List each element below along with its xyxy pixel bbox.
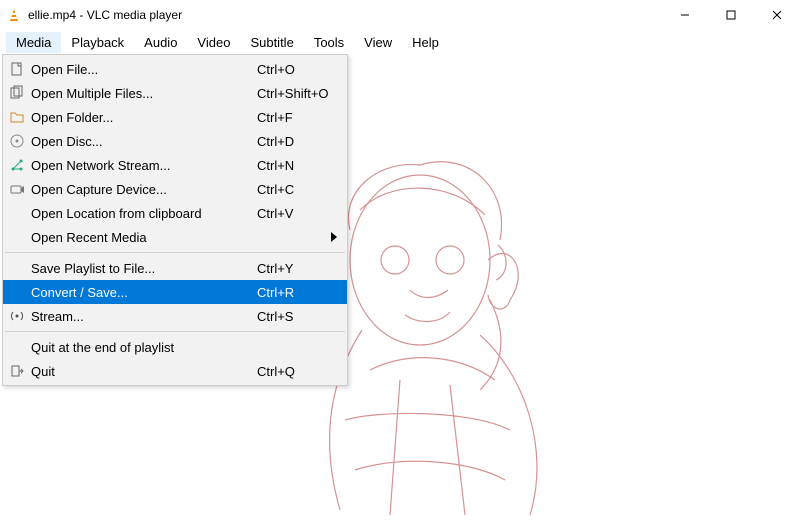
menu-playback[interactable]: Playback [61,32,134,53]
menu-subtitle[interactable]: Subtitle [240,32,303,53]
menu-item-open-network-stream[interactable]: Open Network Stream...Ctrl+N [3,153,347,177]
menu-item-quit-at-the-end-of-playlist[interactable]: Quit at the end of playlist [3,335,347,359]
folder-icon [3,109,31,125]
titlebar: ellie.mp4 - VLC media player [0,0,800,30]
menu-separator [5,331,345,332]
menu-item-shortcut: Ctrl+R [257,285,337,300]
menu-item-label: Open File... [31,62,257,77]
menu-item-label: Convert / Save... [31,285,257,300]
menubar: MediaPlaybackAudioVideoSubtitleToolsView… [0,30,800,54]
menu-item-label: Stream... [31,309,257,324]
menu-item-shortcut: Ctrl+Y [257,261,337,276]
menu-item-label: Quit [31,364,257,379]
menu-item-open-multiple-files[interactable]: Open Multiple Files...Ctrl+Shift+O [3,81,347,105]
menu-item-save-playlist-to-file[interactable]: Save Playlist to File...Ctrl+Y [3,256,347,280]
menu-item-label: Quit at the end of playlist [31,340,257,355]
menu-audio[interactable]: Audio [134,32,187,53]
menu-item-convert-save[interactable]: Convert / Save...Ctrl+R [3,280,347,304]
menu-item-stream[interactable]: Stream...Ctrl+S [3,304,347,328]
minimize-button[interactable] [662,0,708,30]
vlc-cone-icon [6,7,22,23]
menu-view[interactable]: View [354,32,402,53]
menu-item-shortcut: Ctrl+O [257,62,337,77]
menu-item-label: Open Multiple Files... [31,86,257,101]
menu-item-open-location-from-clipboard[interactable]: Open Location from clipboardCtrl+V [3,201,347,225]
files-icon [3,85,31,101]
menu-item-open-file[interactable]: Open File...Ctrl+O [3,57,347,81]
stream-icon [3,308,31,324]
menu-item-label: Open Location from clipboard [31,206,257,221]
menu-item-shortcut: Ctrl+V [257,206,337,221]
menu-tools[interactable]: Tools [304,32,354,53]
menu-item-label: Open Network Stream... [31,158,257,173]
menu-item-shortcut: Ctrl+N [257,158,337,173]
maximize-button[interactable] [708,0,754,30]
menu-item-shortcut: Ctrl+Q [257,364,337,379]
menu-item-label: Open Capture Device... [31,182,257,197]
window-controls [662,0,800,30]
menu-item-quit[interactable]: QuitCtrl+Q [3,359,347,383]
close-button[interactable] [754,0,800,30]
menu-item-open-capture-device[interactable]: Open Capture Device...Ctrl+C [3,177,347,201]
menu-media[interactable]: Media [6,32,61,53]
menu-item-shortcut: Ctrl+Shift+O [257,86,337,101]
capture-icon [3,181,31,197]
window-title: ellie.mp4 - VLC media player [28,8,662,22]
menu-video[interactable]: Video [187,32,240,53]
menu-separator [5,252,345,253]
media-menu-dropdown: Open File...Ctrl+OOpen Multiple Files...… [2,54,348,386]
quit-icon [3,363,31,379]
menu-item-shortcut: Ctrl+F [257,110,337,125]
menu-item-shortcut: Ctrl+S [257,309,337,324]
menu-item-open-disc[interactable]: Open Disc...Ctrl+D [3,129,347,153]
network-icon [3,157,31,173]
chevron-right-icon [331,230,337,245]
menu-item-label: Open Folder... [31,110,257,125]
menu-item-shortcut: Ctrl+D [257,134,337,149]
menu-item-label: Open Disc... [31,134,257,149]
menu-item-open-folder[interactable]: Open Folder...Ctrl+F [3,105,347,129]
disc-icon [3,133,31,149]
menu-item-label: Open Recent Media [31,230,257,245]
menu-item-open-recent-media[interactable]: Open Recent Media [3,225,347,249]
file-icon [3,61,31,77]
menu-help[interactable]: Help [402,32,449,53]
menu-item-label: Save Playlist to File... [31,261,257,276]
menu-item-shortcut: Ctrl+C [257,182,337,197]
